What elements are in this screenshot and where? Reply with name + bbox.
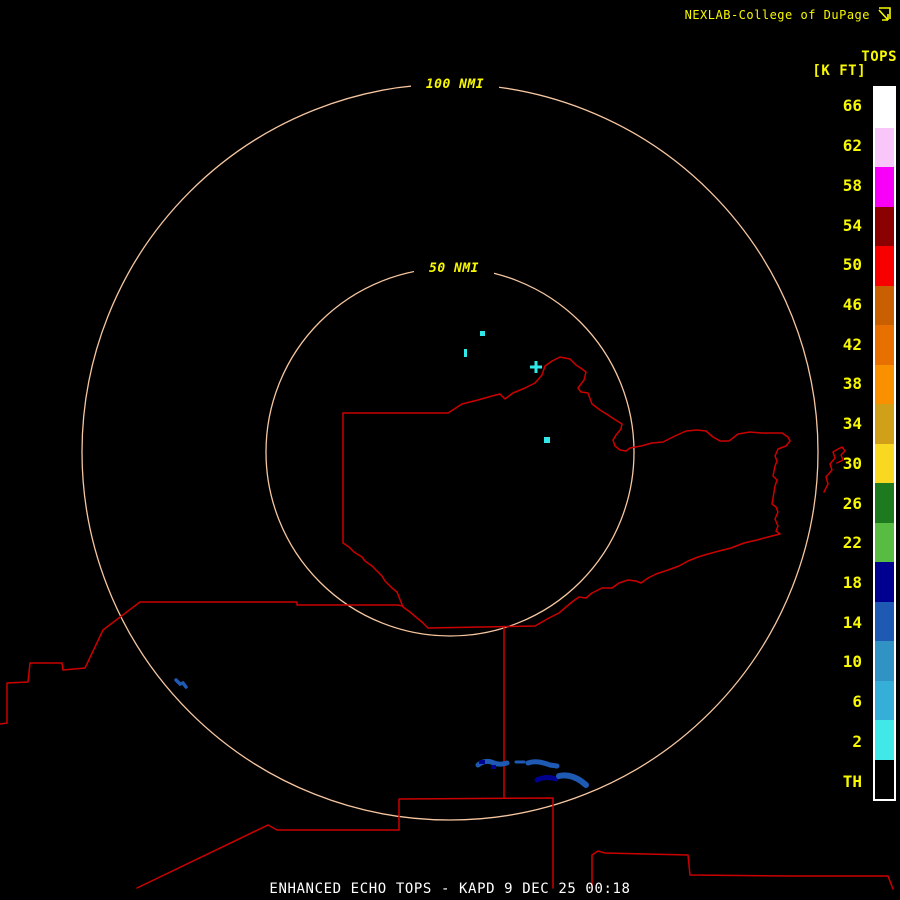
legend-label-26: 26	[795, 483, 867, 523]
radar-map-canvas[interactable]	[0, 0, 900, 900]
header: NEXLAB-College of DuPage	[685, 6, 893, 24]
header-title: NEXLAB-College of DuPage	[685, 8, 870, 22]
legend-colorbar	[873, 86, 896, 801]
legend-band-22	[875, 523, 894, 563]
range-ring-50nmi	[266, 268, 634, 636]
legend-label-66: 66	[795, 86, 867, 126]
legend-label-50: 50	[795, 245, 867, 285]
county-boundaries	[0, 357, 893, 890]
range-ring-100nmi	[82, 84, 818, 820]
legend-band-62	[875, 128, 894, 168]
echo-blue-streak	[528, 762, 557, 766]
legend-label-58: 58	[795, 165, 867, 205]
echo-cyan-dot	[544, 437, 550, 443]
echo-blue-streak	[176, 680, 186, 687]
legend-band-10	[875, 641, 894, 681]
range-ring-label-50nmi: 50 NMI	[414, 260, 494, 277]
legend-band-14	[875, 602, 894, 642]
legend-label-34: 34	[795, 404, 867, 444]
radar-echoes	[176, 331, 586, 785]
legend-units: [K FT]	[812, 63, 866, 79]
legend-band-54	[875, 207, 894, 247]
legend-band-2	[875, 720, 894, 760]
legend-band-42	[875, 325, 894, 365]
legend-label-6: 6	[795, 682, 867, 722]
legend-label-22: 22	[795, 523, 867, 563]
legend-band-TH	[875, 760, 894, 800]
legend-label-18: 18	[795, 563, 867, 603]
legend-band-58	[875, 167, 894, 207]
legend-label-TH: TH	[795, 761, 867, 801]
legend-label-42: 42	[795, 324, 867, 364]
legend-label-38: 38	[795, 364, 867, 404]
legend-band-18	[875, 562, 894, 602]
echo-cyan-dash	[464, 349, 467, 357]
radar-site-marker-icon	[530, 361, 542, 373]
legend-label-2: 2	[795, 722, 867, 762]
echo-cyan-dot	[480, 331, 485, 336]
echo-navy-bit	[479, 760, 485, 764]
echo-navy-bit	[491, 765, 496, 769]
legend-title: TOPS	[861, 49, 897, 65]
legend-labels: 66625854504642383430262218141062TH	[795, 86, 867, 801]
legend-band-34	[875, 404, 894, 444]
legend-label-46: 46	[795, 285, 867, 325]
legend-label-10: 10	[795, 642, 867, 682]
range-ring-label-100nmi: 100 NMI	[411, 76, 499, 93]
legend-band-30	[875, 444, 894, 484]
legend-label-62: 62	[795, 126, 867, 166]
legend-label-14: 14	[795, 602, 867, 642]
legend-band-66	[875, 88, 894, 128]
legend-band-26	[875, 483, 894, 523]
legend-label-54: 54	[795, 205, 867, 245]
legend-band-46	[875, 286, 894, 326]
product-status-line: ENHANCED ECHO TOPS - KAPD 9 DEC 25 00:18	[0, 881, 900, 897]
echo-blue-streak	[559, 775, 586, 785]
external-arrow-icon[interactable]	[875, 6, 893, 24]
legend-band-50	[875, 246, 894, 286]
legend-label-30: 30	[795, 443, 867, 483]
legend-band-38	[875, 365, 894, 405]
echo-navy-streak	[537, 778, 556, 780]
legend-band-6	[875, 681, 894, 721]
radar-viewer: NEXLAB-College of DuPage TOPS [K FT] 666…	[0, 0, 900, 900]
